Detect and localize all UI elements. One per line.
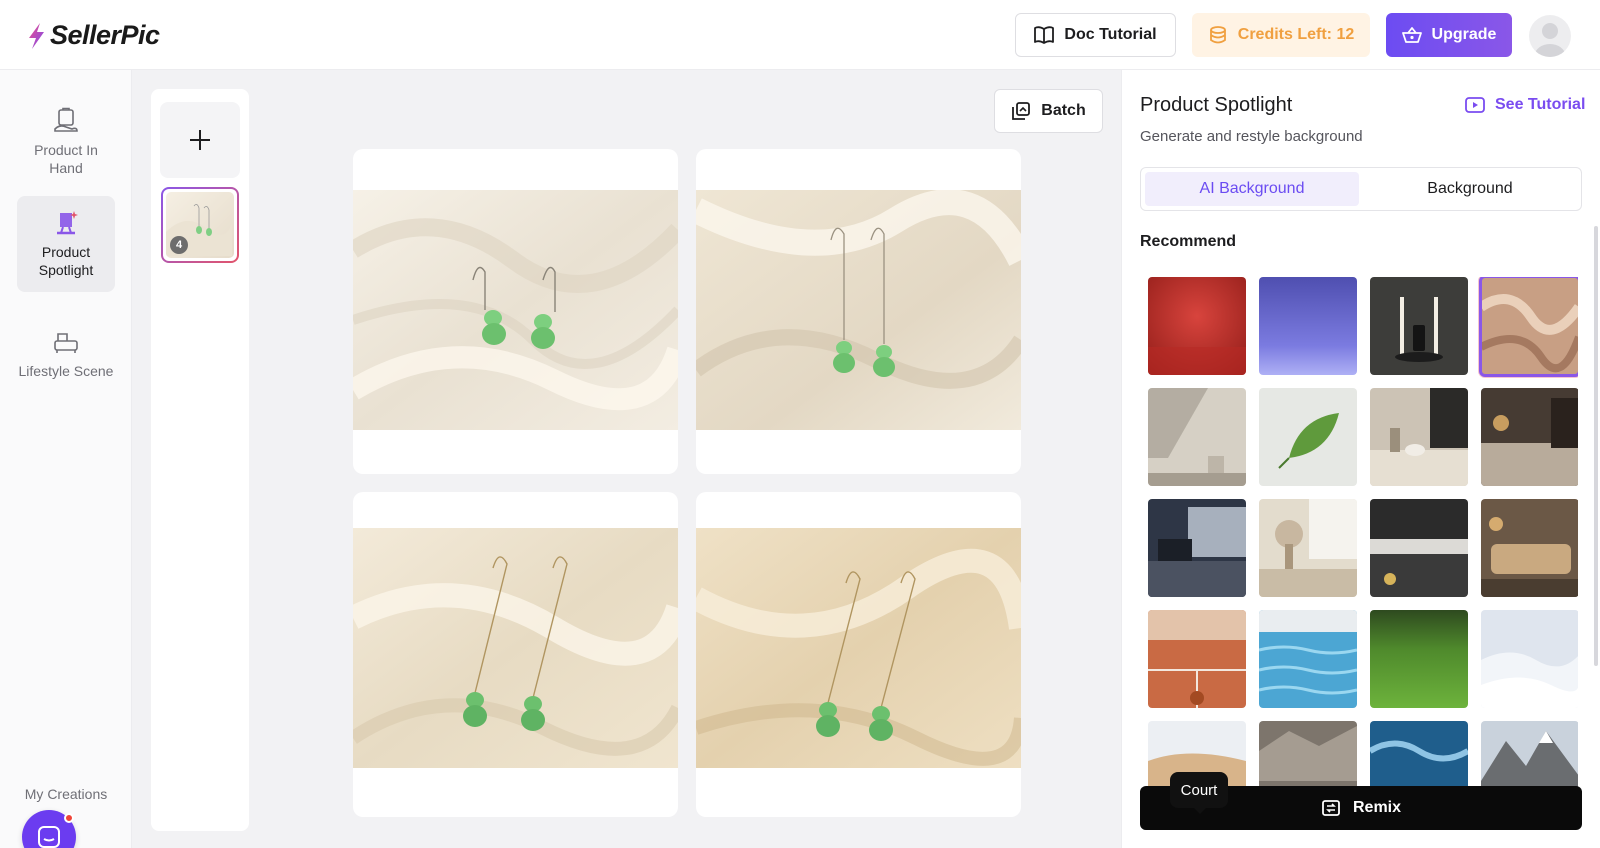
dark-pedestal-swatch: [1370, 277, 1468, 375]
see-tutorial-label: See Tutorial: [1495, 96, 1586, 113]
spotlight-icon: [57, 211, 78, 235]
book-icon: [1034, 26, 1055, 44]
panel-subtitle: Generate and restyle background: [1140, 128, 1363, 145]
batch-button[interactable]: Batch: [994, 89, 1103, 133]
earring-photo-1: [353, 190, 678, 430]
earring-photo-4: [696, 528, 1021, 768]
preset-flower-table[interactable]: [1259, 499, 1357, 597]
chat-icon: [38, 826, 60, 848]
sofa-icon: [54, 333, 78, 353]
tab-background[interactable]: Background: [1363, 172, 1577, 206]
result-image-2: [696, 190, 1021, 430]
upgrade-button[interactable]: Upgrade: [1386, 13, 1512, 57]
upgrade-label: Upgrade: [1431, 26, 1497, 43]
user-avatar-icon: [1535, 23, 1565, 57]
preset-snow-field[interactable]: [1481, 610, 1578, 708]
preset-living-sofa[interactable]: [1481, 499, 1578, 597]
batch-icon: [1012, 102, 1031, 120]
recommend-heading: Recommend: [1140, 233, 1237, 250]
video-tutorial-icon: [1465, 97, 1485, 113]
crown-basket-icon: [1401, 27, 1422, 43]
snow-field-swatch: [1481, 610, 1578, 708]
preset-kitchen-counter[interactable]: [1370, 499, 1468, 597]
left-nav: Product In Hand Product Spotlight Lifest…: [0, 70, 132, 848]
nav-label: Product Spotlight: [38, 244, 94, 278]
nav-item-product-in-hand[interactable]: Product In Hand: [17, 94, 115, 190]
sellerpic-logo[interactable]: SellerPic: [26, 20, 160, 51]
red-studio-swatch: [1148, 277, 1246, 375]
preset-shadow-wall[interactable]: [1148, 388, 1246, 486]
preset-blue-studio[interactable]: [1259, 277, 1357, 375]
notification-dot: [64, 813, 74, 823]
tennis-court-swatch: [1148, 610, 1246, 708]
add-image-button[interactable]: [160, 102, 240, 178]
logo-icon: [29, 22, 44, 49]
doc-tutorial-label: Doc Tutorial: [1064, 26, 1157, 43]
preset-green-leaf[interactable]: [1259, 388, 1357, 486]
blue-studio-swatch: [1259, 277, 1357, 375]
nav-label: Product In Hand: [34, 142, 98, 176]
credits-label: Credits Left: 12: [1237, 26, 1355, 43]
remix-icon: [1322, 800, 1340, 816]
logo-text: SellerPic: [50, 20, 160, 50]
office-desk-swatch: [1148, 499, 1246, 597]
background-mode-tabs: AI Background Background: [1140, 167, 1582, 211]
source-image-thumbnail[interactable]: 4: [161, 187, 239, 263]
thumbnail-strip: 4: [151, 89, 249, 831]
result-card-3[interactable]: [353, 492, 678, 817]
hand-bag-icon: [54, 107, 78, 132]
kitchen-counter-swatch: [1370, 499, 1468, 597]
result-image-4: [696, 528, 1021, 768]
preset-green-grass[interactable]: [1370, 610, 1468, 708]
preset-silk-fabric[interactable]: [1479, 277, 1578, 377]
pool-water-swatch: [1259, 610, 1357, 708]
image-count-badge: 4: [170, 236, 188, 254]
result-image-1: [353, 190, 678, 430]
preset-office-desk[interactable]: [1148, 499, 1246, 597]
result-image-3: [353, 528, 678, 768]
nav-label: Lifestyle Scene: [18, 363, 114, 379]
earring-thumbnail-image: 4: [166, 192, 234, 258]
credits-badge[interactable]: Credits Left: 12: [1192, 13, 1370, 57]
living-sofa-swatch: [1481, 499, 1578, 597]
result-card-4[interactable]: [696, 492, 1021, 817]
green-leaf-swatch: [1259, 388, 1357, 486]
preset-tooltip: Court: [1170, 772, 1228, 814]
preset-dark-pedestal[interactable]: [1370, 277, 1468, 375]
cozy-bedroom-swatch: [1481, 388, 1578, 486]
background-presets-grid: Court: [1148, 277, 1578, 827]
my-creations-link[interactable]: My Creations: [18, 786, 114, 802]
plus-icon: [190, 130, 210, 150]
green-grass-swatch: [1370, 610, 1468, 708]
support-chat-button[interactable]: [22, 810, 76, 848]
shadow-wall-swatch: [1148, 388, 1246, 486]
panel-title: Product Spotlight: [1140, 94, 1293, 116]
preset-cozy-bedroom[interactable]: [1481, 388, 1578, 486]
top-header: SellerPic Doc Tutorial Credits Left: 12 …: [0, 0, 1600, 70]
coins-icon: [1209, 26, 1226, 44]
earring-photo-2: [696, 190, 1021, 430]
remix-label: Remix: [1352, 799, 1402, 816]
result-card-1[interactable]: [353, 149, 678, 474]
right-panel: Product Spotlight Generate and restyle b…: [1121, 70, 1600, 848]
preset-kitchen-table[interactable]: [1370, 388, 1468, 486]
doc-tutorial-button[interactable]: Doc Tutorial: [1015, 13, 1176, 57]
preset-tennis-court[interactable]: [1148, 610, 1246, 708]
preset-pool-water[interactable]: [1259, 610, 1357, 708]
see-tutorial-link[interactable]: See Tutorial: [1465, 96, 1585, 114]
preset-red-studio[interactable]: [1148, 277, 1246, 375]
silk-fabric-swatch: [1481, 277, 1578, 375]
result-card-2[interactable]: [696, 149, 1021, 474]
nav-item-product-spotlight[interactable]: Product Spotlight: [17, 196, 115, 292]
earring-photo-3: [353, 528, 678, 768]
kitchen-table-swatch: [1370, 388, 1468, 486]
flower-table-swatch: [1259, 499, 1357, 597]
panel-scrollbar[interactable]: [1594, 226, 1598, 666]
tab-ai-background[interactable]: AI Background: [1145, 172, 1359, 206]
nav-item-lifestyle-scene[interactable]: Lifestyle Scene: [17, 306, 115, 402]
batch-label: Batch: [1041, 102, 1086, 119]
user-avatar[interactable]: [1529, 15, 1571, 57]
